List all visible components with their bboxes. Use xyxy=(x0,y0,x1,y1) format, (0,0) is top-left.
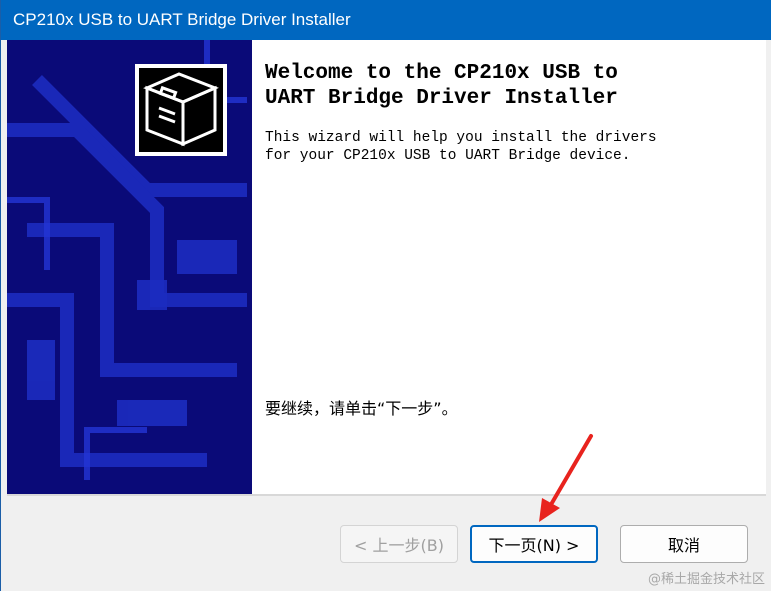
title-bar[interactable]: CP210x USB to UART Bridge Driver Install… xyxy=(1,0,771,40)
window-title: CP210x USB to UART Bridge Driver Install… xyxy=(13,10,351,29)
continue-instruction: 要继续，请单击“下一步”。 xyxy=(265,399,458,418)
installer-box-icon xyxy=(135,64,227,156)
wizard-content: Welcome to the CP210x USB to UART Bridge… xyxy=(7,40,766,494)
intro-text: This wizard will help you install the dr… xyxy=(265,130,657,164)
installer-window: CP210x USB to UART Bridge Driver Install… xyxy=(0,0,771,591)
welcome-heading: Welcome to the CP210x USB to UART Bridge… xyxy=(265,62,618,110)
back-button[interactable]: < 上一步(B) xyxy=(340,525,458,563)
side-banner-image xyxy=(7,40,252,494)
watermark-text: @稀土掘金技术社区 xyxy=(647,572,765,587)
cancel-button[interactable]: 取消 xyxy=(620,525,748,563)
next-button[interactable]: 下一页(N) > xyxy=(470,525,598,563)
